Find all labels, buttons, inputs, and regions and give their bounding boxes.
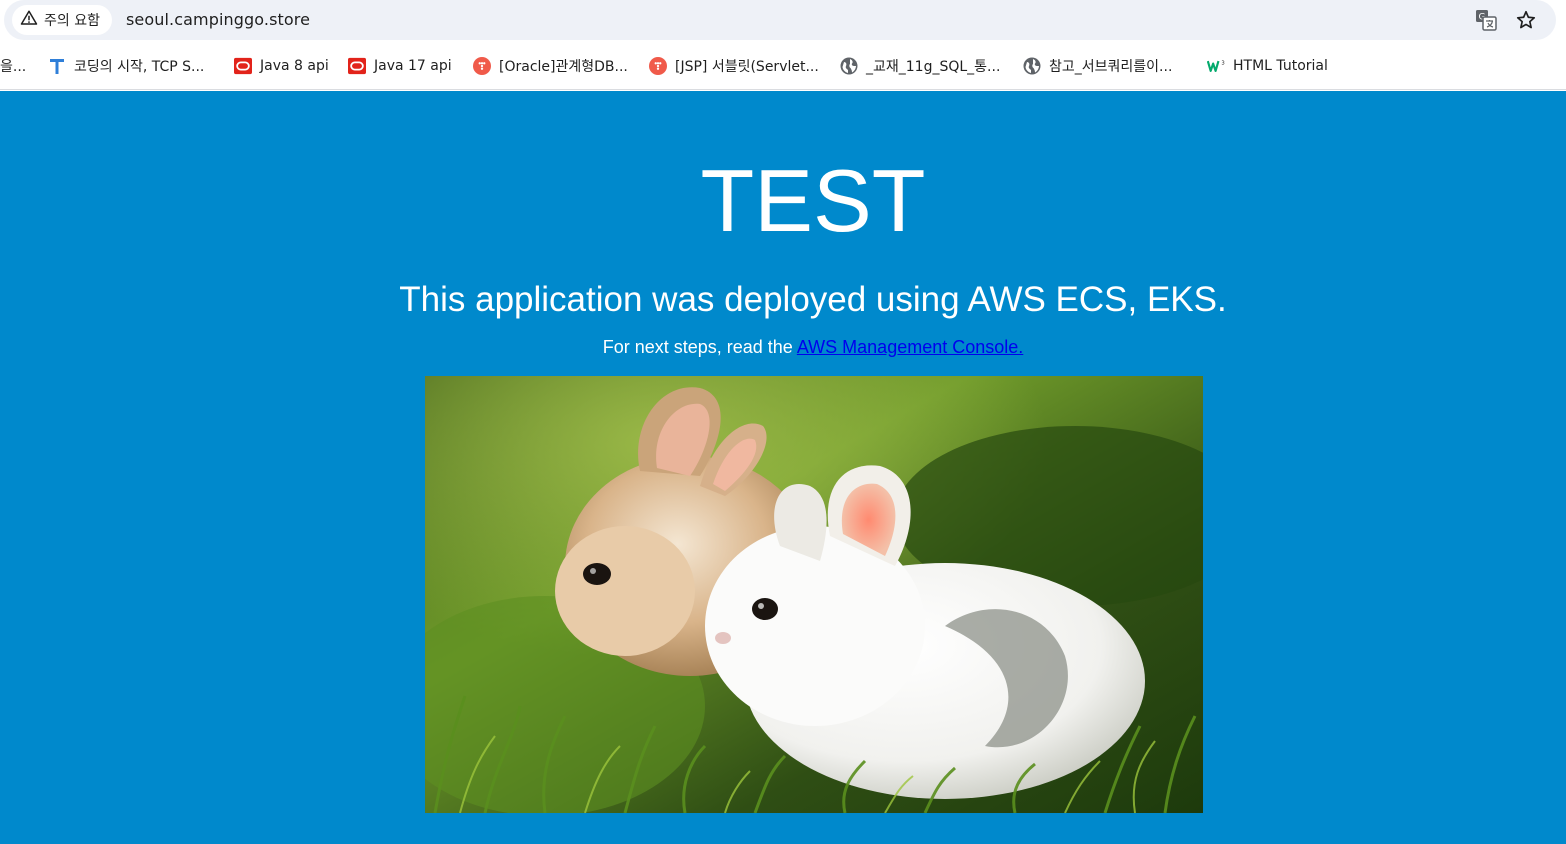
page-subtitle: This application was deployed using AWS … — [399, 280, 1227, 319]
bookmark-label: HTML Tutorial — [1233, 58, 1328, 74]
bookmark-item[interactable]: Java 17 api — [348, 54, 452, 78]
svg-text:3: 3 — [1221, 60, 1224, 66]
globe-icon — [1023, 57, 1041, 75]
security-label: 주의 요함 — [44, 13, 100, 29]
page-title: TEST — [700, 151, 926, 250]
bookmark-item[interactable]: 3 HTML Tutorial — [1207, 54, 1328, 78]
browser-toolbar: 주의 요함 seoul.campinggo.store G — [0, 0, 1566, 42]
w3schools-icon: 3 — [1207, 57, 1225, 75]
bookmark-item[interactable]: _교재_11g_SQL_통... — [840, 54, 1000, 78]
rabbits-image — [425, 376, 1203, 813]
oracle-icon — [348, 57, 366, 75]
bookmark-label: 을... — [0, 59, 27, 75]
bookmark-label: _교재_11g_SQL_통... — [866, 59, 1001, 75]
bookmark-item[interactable]: 을... — [0, 54, 26, 78]
bookmark-label: Java 17 api — [374, 58, 452, 74]
next-steps-prefix: For next steps, read the — [602, 337, 797, 357]
bookmark-label: [Oracle]관계형DB... — [499, 59, 628, 75]
bookmark-item[interactable]: [Oracle]관계형DB... — [473, 54, 628, 78]
bookmark-item[interactable]: 참고_서브쿼리를이... — [1023, 54, 1172, 78]
bookmark-label: Java 8 api — [260, 58, 329, 74]
bookmarks-bar: 을... 코딩의 시작, TCP S... Java 8 api Java 17… — [0, 42, 1566, 90]
bookmark-label: 코딩의 시작, TCP S... — [74, 59, 205, 75]
bookmark-label: 참고_서브쿼리를이... — [1049, 59, 1173, 75]
page-content: TEST This application was deployed using… — [0, 91, 1566, 844]
oracle-icon — [234, 57, 252, 75]
globe-icon — [840, 57, 858, 75]
red-dots-icon — [473, 57, 491, 75]
aws-console-link[interactable]: AWS Management Console. — [797, 337, 1023, 357]
next-steps-text: For next steps, read the AWS Management … — [0, 335, 1566, 359]
bookmark-label: [JSP] 서블릿(Servlet... — [675, 59, 819, 75]
url-text[interactable]: seoul.campinggo.store — [126, 10, 310, 29]
bookmark-item[interactable]: [JSP] 서블릿(Servlet... — [649, 54, 819, 78]
bookmark-item[interactable]: 코딩의 시작, TCP S... — [48, 54, 204, 78]
warning-icon — [20, 9, 38, 31]
star-icon[interactable] — [1514, 8, 1538, 32]
security-chip[interactable]: 주의 요함 — [12, 5, 112, 35]
tistory-t-icon — [48, 57, 66, 75]
address-bar[interactable]: 주의 요함 seoul.campinggo.store G — [4, 0, 1556, 40]
translate-icon[interactable]: G — [1474, 8, 1498, 32]
bookmark-item[interactable]: Java 8 api — [234, 54, 329, 78]
red-dots-icon — [649, 57, 667, 75]
